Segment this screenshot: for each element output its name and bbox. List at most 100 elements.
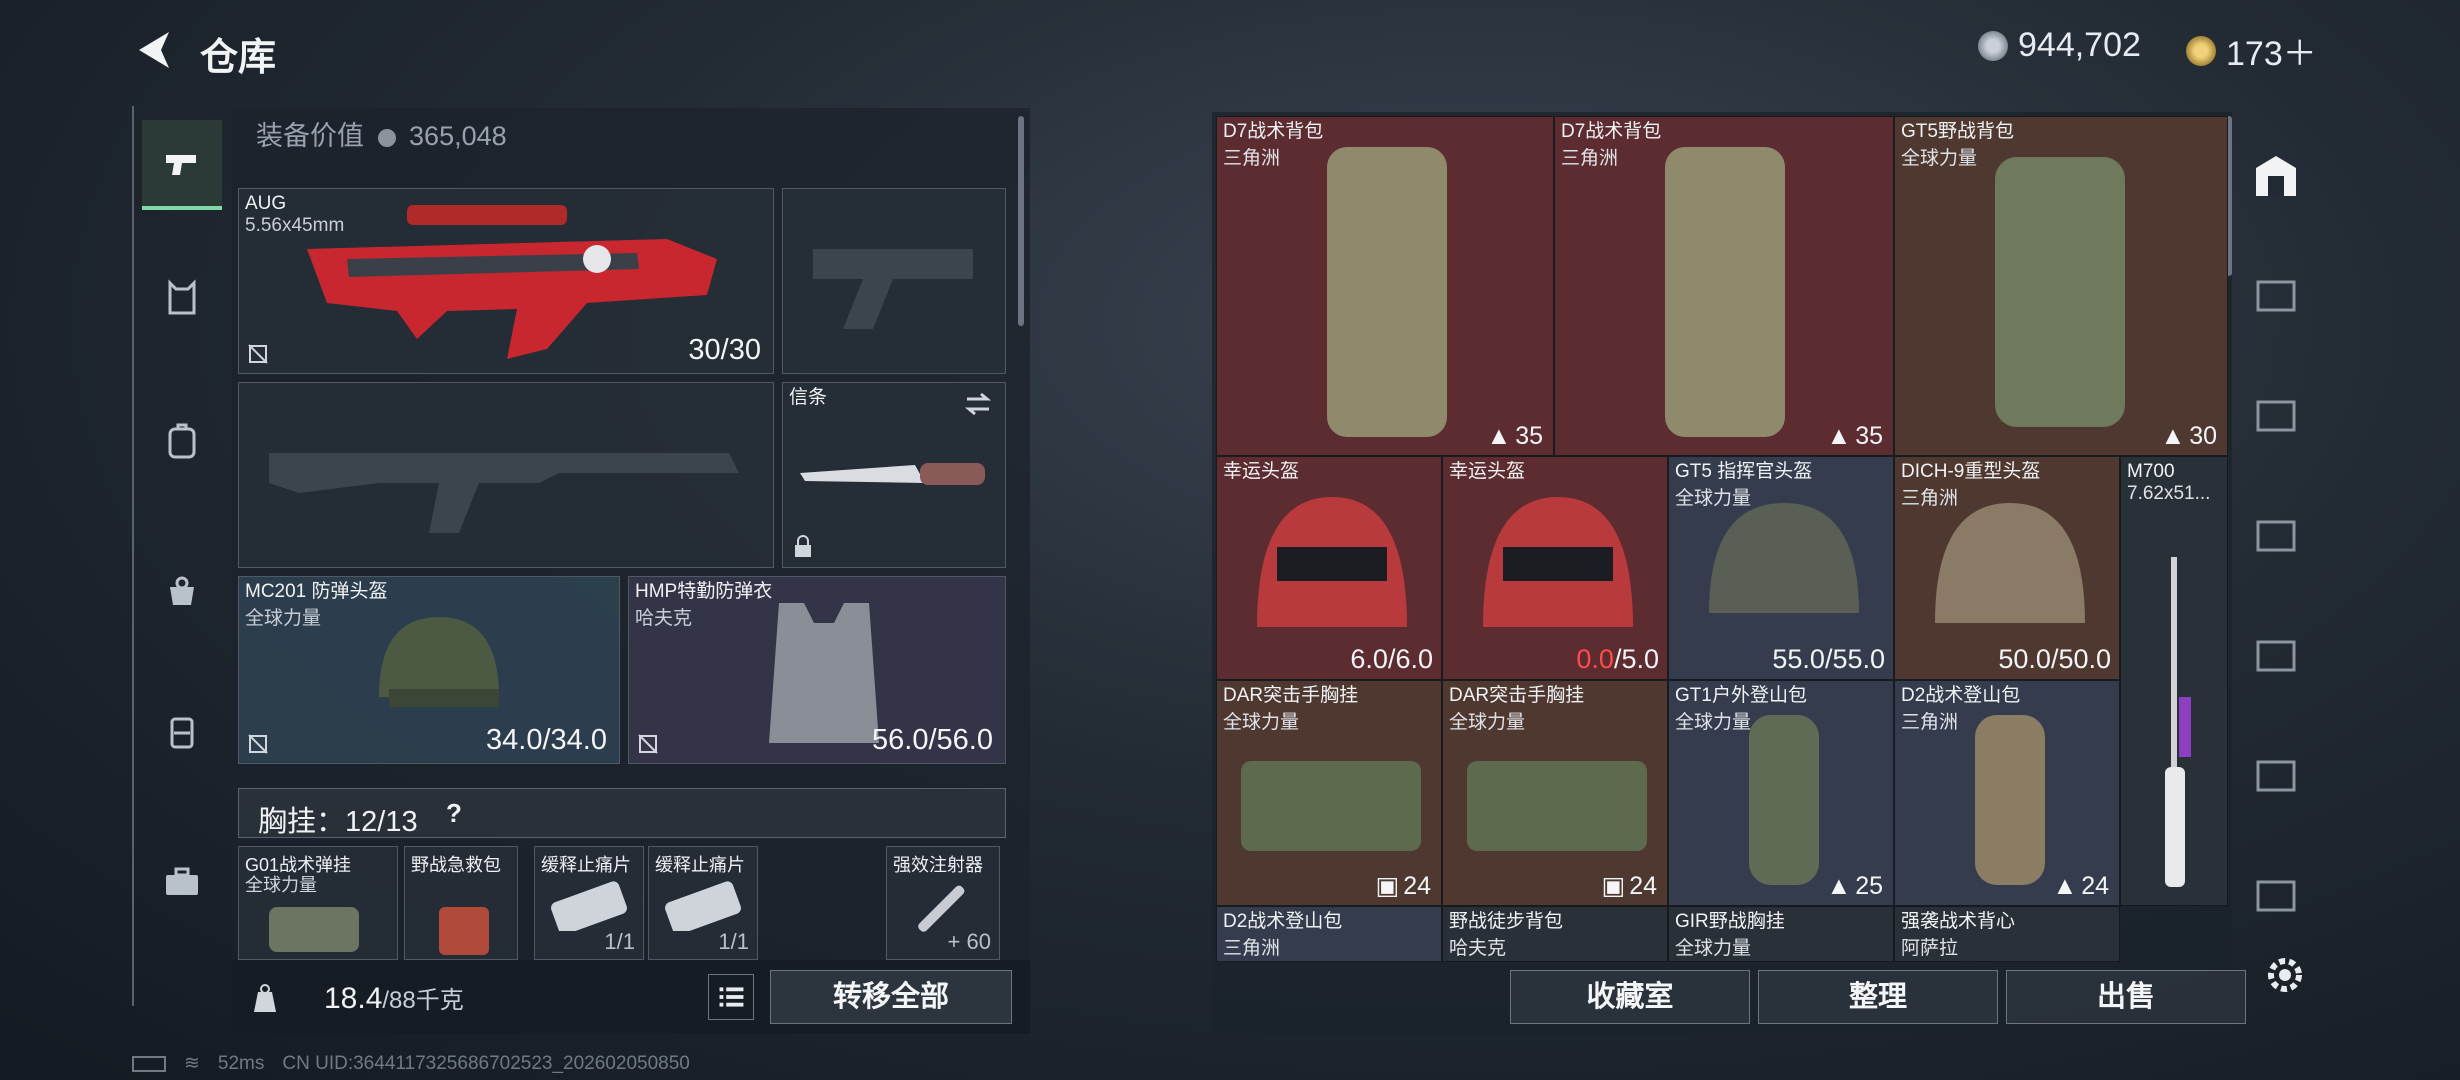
equipment-scrollbar[interactable] bbox=[1018, 116, 1024, 326]
item-faction: 全球力量 bbox=[1449, 712, 1526, 733]
pill-pack-icon bbox=[551, 881, 627, 931]
primary-weapon-slot[interactable]: AUG 5.56x45mm 30/30 bbox=[238, 188, 774, 374]
pistol-slot[interactable] bbox=[782, 188, 1006, 374]
carry-weight: 18.4/88千克 bbox=[324, 980, 464, 1016]
rifle-silhouette-icon bbox=[269, 453, 739, 533]
sell-button[interactable]: 出售 bbox=[2006, 970, 2246, 1024]
item-name: DICH-9重型头盔 bbox=[1901, 461, 2041, 482]
item-durability: 55.0/55.0 bbox=[1772, 644, 1885, 675]
item-capacity: ▲ 35 bbox=[1486, 422, 1543, 451]
rig-item-name: 缓释止痛片 bbox=[541, 855, 631, 875]
capacity-value: 35 bbox=[1515, 422, 1543, 450]
item-faction: 全球力量 bbox=[1223, 712, 1300, 733]
storage-item-9[interactable]: DAR突击手胸挂 全球力量 ▣ 24 bbox=[1442, 680, 1668, 906]
storage-item-4[interactable]: 幸运头盔 0.0/5.0 bbox=[1442, 456, 1668, 680]
currency-premium[interactable]: 173＋ bbox=[2186, 26, 2317, 75]
rig-item-name: 缓释止痛片 bbox=[655, 855, 745, 875]
storage-item-15[interactable]: 强袭战术背心 阿萨拉 bbox=[1894, 906, 2120, 962]
storage-item-13[interactable]: 野战徒步背包 哈夫克 bbox=[1442, 906, 1668, 962]
armor-faction: 哈夫克 bbox=[635, 608, 693, 629]
storage-item-0[interactable]: D7战术背包 三角洲 ▲ 35 bbox=[1216, 116, 1554, 456]
rig-item-0[interactable]: G01战术弹挂 全球力量 bbox=[238, 846, 398, 960]
storage-item-14[interactable]: GIR野战胸挂 全球力量 bbox=[1668, 906, 1894, 962]
rig-item-2[interactable]: 缓释止痛片 1/1 bbox=[534, 846, 644, 960]
storage-item-1[interactable]: D7战术背包 三角洲 ▲ 35 bbox=[1554, 116, 1894, 456]
storage-item-6[interactable]: DICH-9重型头盔 三角洲 50.0/50.0 bbox=[1894, 456, 2120, 680]
rail-storage-3[interactable] bbox=[2244, 262, 2308, 326]
collection-room-button[interactable]: 收藏室 bbox=[1510, 970, 1750, 1024]
nav-toolbox[interactable] bbox=[142, 836, 222, 926]
settings-gear-icon[interactable] bbox=[2262, 952, 2308, 998]
melee-slot[interactable]: 信条 bbox=[782, 382, 1006, 568]
storage-item-5[interactable]: GT5 指挥官头盔 全球力量 55.0/55.0 bbox=[1668, 456, 1894, 680]
storage-item-8[interactable]: DAR突击手胸挂 全球力量 ▣ 24 bbox=[1216, 680, 1442, 906]
storage-item-12[interactable]: D2战术登山包 三角洲 bbox=[1216, 906, 1442, 962]
storage-tier-icon bbox=[2256, 400, 2296, 432]
rail-storage-5[interactable] bbox=[2244, 622, 2308, 686]
backpack-icon bbox=[1665, 147, 1785, 437]
secondary-weapon-slot[interactable] bbox=[238, 382, 774, 568]
rail-storage-2[interactable] bbox=[2244, 382, 2308, 446]
capacity-icon: ▣ bbox=[1601, 872, 1626, 900]
capacity-value: 35 bbox=[1855, 422, 1883, 450]
rail-storage-7[interactable] bbox=[2244, 862, 2308, 926]
rig-item-qty: 1/1 bbox=[718, 929, 749, 954]
weight-icon bbox=[254, 984, 276, 1012]
helmet-icon bbox=[1483, 497, 1633, 627]
item-faction: 三角洲 bbox=[1901, 712, 1959, 733]
nav-case[interactable] bbox=[142, 686, 222, 776]
pistol-silhouette-icon bbox=[813, 249, 973, 329]
rig-item-3[interactable]: 缓释止痛片 1/1 bbox=[648, 846, 758, 960]
item-name: D2战术登山包 bbox=[1223, 911, 1343, 932]
nav-backpack[interactable] bbox=[142, 396, 222, 486]
rail-home[interactable] bbox=[2244, 144, 2308, 208]
item-name: M700 bbox=[2127, 461, 2175, 482]
sniper-rifle-icon bbox=[2165, 557, 2191, 887]
rail-storage-6[interactable] bbox=[2244, 742, 2308, 806]
storage-item-3[interactable]: 幸运头盔 6.0/6.0 bbox=[1216, 456, 1442, 680]
durability-current: 55.0 bbox=[1772, 644, 1825, 674]
backpack-icon bbox=[1749, 715, 1819, 885]
durability-max: /50.0 bbox=[2050, 644, 2111, 674]
back-button[interactable] bbox=[135, 28, 175, 72]
list-view-button[interactable] bbox=[708, 974, 754, 1020]
rig-item-1[interactable]: 野战急救包 bbox=[404, 846, 518, 960]
backpack-icon bbox=[1995, 157, 2125, 427]
equip-value-amount: 365,048 bbox=[409, 121, 507, 151]
item-durability: 50.0/50.0 bbox=[1998, 644, 2111, 675]
storage-item-10[interactable]: GT1户外登山包 全球力量 ▲ 25 bbox=[1668, 680, 1894, 906]
sort-button[interactable]: 整理 bbox=[1758, 970, 1998, 1024]
armor-name: HMP特勤防弹衣 bbox=[635, 581, 773, 602]
vest-icon bbox=[168, 279, 196, 315]
transfer-all-button[interactable]: 转移全部 bbox=[770, 970, 1012, 1024]
rig-item-4[interactable]: 强效注射器 + 60 bbox=[886, 846, 1000, 960]
capacity-icon: ▲ bbox=[1826, 872, 1852, 900]
equip-value-label: 装备价值 bbox=[256, 121, 364, 151]
item-caliber: 7.62x51... bbox=[2127, 483, 2211, 504]
armor-slot[interactable]: HMP特勤防弹衣 哈夫克 56.0/56.0 bbox=[628, 576, 1006, 764]
storage-item-11[interactable]: D2战术登山包 三角洲 ▲ 24 bbox=[1894, 680, 2120, 906]
storage-tier-icon bbox=[2256, 640, 2296, 672]
knife-icon bbox=[800, 463, 985, 485]
item-name: 幸运头盔 bbox=[1449, 461, 1526, 482]
nav-bag[interactable] bbox=[142, 546, 222, 636]
rail-storage-4[interactable] bbox=[2244, 502, 2308, 566]
medkit-icon bbox=[439, 907, 489, 955]
durability-current: 0.0 bbox=[1576, 644, 1614, 674]
item-durability: 6.0/6.0 bbox=[1350, 644, 1433, 675]
item-capacity: ▲ 24 bbox=[2052, 872, 2109, 901]
durability-max: /5.0 bbox=[1613, 644, 1659, 674]
helmet-slot[interactable]: MC201 防弹头盔 全球力量 34.0/34.0 bbox=[238, 576, 620, 764]
item-faction: 三角洲 bbox=[1223, 938, 1281, 959]
nav-weapons[interactable] bbox=[142, 120, 222, 210]
help-icon[interactable]: ? bbox=[446, 798, 472, 828]
pill-pack-icon bbox=[665, 881, 741, 931]
nav-rig[interactable] bbox=[142, 252, 222, 342]
swap-icon[interactable] bbox=[963, 391, 993, 417]
chest-rig-icon bbox=[269, 907, 359, 952]
storage-item-2[interactable]: GT5野战背包 全球力量 ▲ 30 bbox=[1894, 116, 2228, 456]
rig-item-qty: 1/1 bbox=[604, 929, 635, 954]
storage-item-7[interactable]: M700 7.62x51... bbox=[2120, 456, 2228, 906]
helmet-faction: 全球力量 bbox=[245, 608, 322, 629]
pistol-icon bbox=[166, 155, 196, 175]
